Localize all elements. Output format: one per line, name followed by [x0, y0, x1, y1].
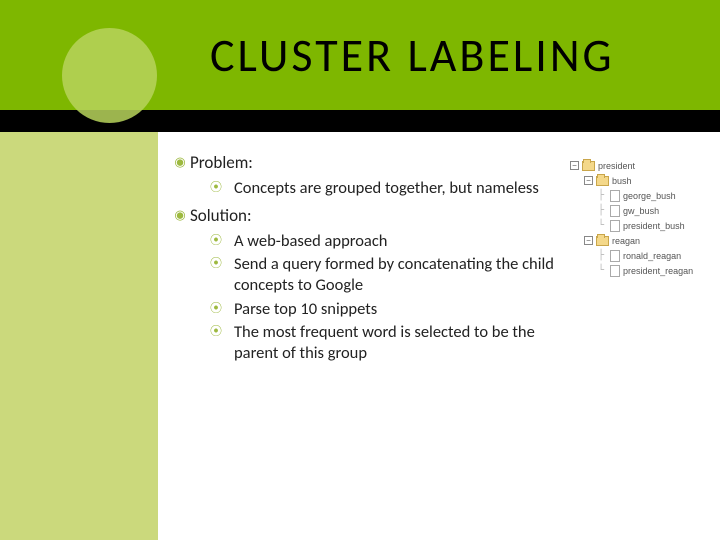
collapse-icon: −: [584, 176, 593, 185]
problem-items: ⦿ Concepts are grouped together, but nam…: [210, 178, 560, 199]
bullet-icon: ⦿: [210, 322, 234, 342]
tree-root: − president: [570, 158, 705, 173]
tree-connector-icon: └: [598, 263, 610, 278]
tree-folder-node: − bush: [570, 173, 705, 188]
list-item: ⦿ The most frequent word is selected to …: [210, 322, 560, 363]
item-text: The most frequent word is selected to be…: [234, 322, 560, 363]
file-icon: [610, 265, 620, 277]
bullet-icon: ◉: [170, 152, 190, 174]
section-solution: ◉ Solution:: [170, 205, 560, 227]
item-text: A web-based approach: [234, 231, 387, 252]
decorative-circle: [62, 28, 157, 123]
solution-items: ⦿ A web-based approach ⦿ Send a query fo…: [210, 231, 560, 364]
tree-label: bush: [612, 176, 632, 186]
slide-title: CLUSTER LABELING: [210, 28, 615, 84]
file-icon: [610, 220, 620, 232]
tree-label: reagan: [612, 236, 640, 246]
tree-label: gw_bush: [623, 206, 659, 216]
tree-label: president_bush: [623, 221, 685, 231]
file-icon: [610, 250, 620, 262]
tree-file-node: ├ ronald_reagan: [570, 248, 705, 263]
section-label: Solution:: [190, 205, 252, 226]
tree-label: george_bush: [623, 191, 676, 201]
slide-header: CLUSTER LABELING: [0, 0, 720, 132]
left-sidebar-panel: [0, 132, 158, 540]
tree-connector-icon: └: [598, 218, 610, 233]
tree-connector-icon: ├: [598, 203, 610, 218]
list-item: ⦿ Parse top 10 snippets: [210, 299, 560, 320]
item-text: Concepts are grouped together, but namel…: [234, 178, 539, 199]
file-icon: [610, 205, 620, 217]
bullet-icon: ⦿: [210, 231, 234, 251]
content-body: ◉ Problem: ⦿ Concepts are grouped togeth…: [170, 152, 560, 369]
folder-icon: [582, 161, 595, 171]
file-icon: [610, 190, 620, 202]
tree-file-node: ├ gw_bush: [570, 203, 705, 218]
item-text: Parse top 10 snippets: [234, 299, 377, 320]
section-label: Problem:: [190, 152, 253, 173]
list-item: ⦿ Concepts are grouped together, but nam…: [210, 178, 560, 199]
tree-file-node: └ president_bush: [570, 218, 705, 233]
tree-file-node: └ president_reagan: [570, 263, 705, 278]
bullet-icon: ◉: [170, 205, 190, 227]
tree-connector-icon: ├: [598, 248, 610, 263]
item-text: Send a query formed by concatenating the…: [234, 254, 560, 295]
list-item: ⦿ A web-based approach: [210, 231, 560, 252]
collapse-icon: −: [570, 161, 579, 170]
tree-label: president_reagan: [623, 266, 693, 276]
concept-tree: − president − bush ├ george_bush ├ gw_bu…: [570, 158, 705, 278]
tree-label: president: [598, 161, 635, 171]
list-item: ⦿ Send a query formed by concatenating t…: [210, 254, 560, 295]
collapse-icon: −: [584, 236, 593, 245]
tree-label: ronald_reagan: [623, 251, 681, 261]
tree-file-node: ├ george_bush: [570, 188, 705, 203]
folder-icon: [596, 176, 609, 186]
bullet-icon: ⦿: [210, 178, 234, 198]
tree-folder-node: − reagan: [570, 233, 705, 248]
bullet-icon: ⦿: [210, 299, 234, 319]
section-problem: ◉ Problem:: [170, 152, 560, 174]
folder-icon: [596, 236, 609, 246]
tree-connector-icon: ├: [598, 188, 610, 203]
bullet-icon: ⦿: [210, 254, 234, 274]
